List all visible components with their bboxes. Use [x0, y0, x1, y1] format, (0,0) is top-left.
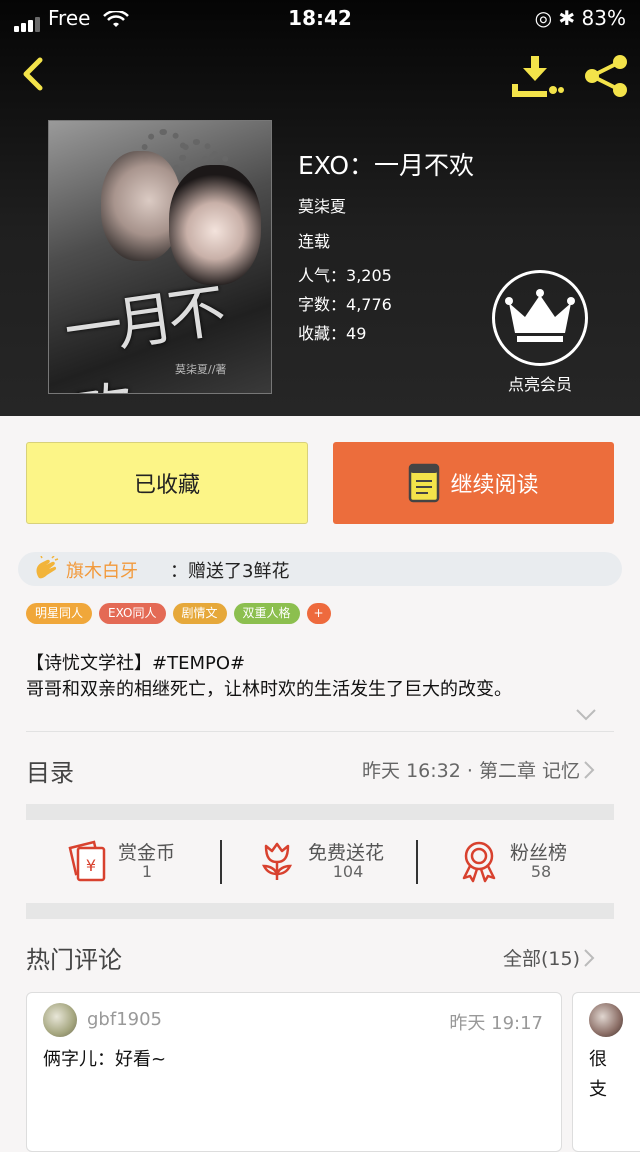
cover-author-art: 莫柒夏//著	[175, 363, 227, 376]
gift-sender[interactable]: 旗木白牙	[66, 557, 138, 583]
reward-coins-button[interactable]: ¥ 赏金币 1	[64, 838, 260, 890]
bluetooth-icon: ✱	[558, 6, 576, 30]
reward-label: 赏金币	[118, 842, 176, 864]
free-flowers-button[interactable]: 免费送花 104	[254, 838, 450, 890]
fans-label: 粉丝榜	[510, 842, 568, 864]
cover-figure	[101, 151, 181, 261]
tag-star-fanfic[interactable]: 明星同人	[26, 603, 93, 624]
section-separator	[26, 804, 614, 820]
favorited-button[interactable]: 已收藏	[26, 442, 308, 524]
continue-reading-button[interactable]: 继续阅读	[333, 442, 614, 524]
red-envelope-icon: ¥	[68, 840, 106, 882]
toc-latest-chapter[interactable]: 昨天 16:32 · 第二章 记忆	[362, 756, 580, 783]
chevron-right-icon[interactable]	[583, 948, 595, 968]
medal-icon	[462, 841, 496, 883]
book-word-count: 字数：4,776	[298, 295, 392, 314]
comment-time: 昨天 19:17	[449, 1013, 543, 1034]
clap-icon	[36, 556, 59, 579]
gift-action: ：赠送了3鲜花	[170, 561, 290, 582]
flowers-label: 免费送花	[308, 842, 385, 864]
status-bar: Free 18:42 ◎ ✱ 83%	[0, 0, 640, 36]
svg-text:¥: ¥	[86, 856, 96, 875]
vip-label[interactable]: 点亮会员	[492, 371, 588, 395]
book-intro: 【诗忧文学社】#TEMPO# 哥哥和双亲的相继死亡，让林时欢的生活发生了巨大的改…	[26, 651, 616, 703]
avatar[interactable]	[589, 1003, 623, 1037]
fans-count: 58	[530, 862, 552, 881]
back-button[interactable]	[16, 54, 56, 94]
tag-plot[interactable]: 剧情文	[172, 603, 227, 624]
divider	[416, 840, 418, 884]
fan-ranking-button[interactable]: 粉丝榜 58	[456, 838, 640, 890]
comment-card[interactable]: 很 支	[572, 992, 640, 1152]
book-cover[interactable]: 一月不欢 莫柒夏//著	[48, 120, 272, 394]
gift-notice[interactable]: 旗木白牙 ：赠送了3鲜花	[18, 552, 622, 586]
crown-icon	[505, 289, 575, 342]
tag-list: 明星同人 EXO同人 剧情文 双重人格 +	[26, 603, 338, 625]
all-comments-link[interactable]: 全部(15)	[503, 944, 580, 971]
book-popularity: 人气：3,205	[298, 266, 392, 285]
intro-line: 哥哥和双亲的相继死亡，让林时欢的生活发生了巨大的改变。	[26, 679, 512, 700]
vip-button[interactable]	[492, 270, 588, 366]
comment-text: 俩字儿：好看~	[43, 1049, 167, 1070]
lock-rotation-icon: ◎	[534, 6, 553, 30]
toc-label[interactable]: 目录	[26, 753, 74, 788]
cover-title-art: 一月不欢	[60, 277, 225, 393]
chevron-right-icon[interactable]	[583, 760, 595, 780]
flower-icon	[261, 842, 293, 880]
book-icon	[409, 463, 440, 503]
battery-indicator: ◎ ✱ 83%	[534, 6, 626, 30]
book-favorites: 收藏：49	[298, 324, 367, 343]
comment-username[interactable]: gbf1905	[87, 1009, 162, 1030]
book-author[interactable]: 莫柒夏	[298, 193, 346, 217]
flowers-count: 104	[332, 862, 364, 881]
comment-card[interactable]: gbf1905 昨天 19:17 俩字儿：好看~	[26, 992, 562, 1152]
tag-exo-fanfic[interactable]: EXO同人	[99, 603, 166, 624]
divider	[26, 731, 614, 732]
comment-text: 很	[589, 1049, 607, 1070]
reward-count: 1	[141, 862, 153, 881]
share-button[interactable]	[582, 52, 630, 100]
add-tag-button[interactable]: +	[306, 603, 331, 624]
book-header: Free 18:42 ◎ ✱ 83% 一月不欢 莫柒夏//著 EXO：一月不欢 …	[0, 0, 640, 416]
avatar[interactable]	[43, 1003, 77, 1037]
section-separator	[26, 903, 614, 919]
comment-text: 支	[589, 1079, 607, 1100]
divider	[220, 840, 222, 884]
download-button[interactable]	[512, 54, 564, 98]
book-status: 连载	[298, 232, 331, 251]
hot-comments-label: 热门评论	[26, 946, 122, 974]
chevron-down-icon[interactable]	[575, 707, 597, 723]
book-title: EXO：一月不欢	[298, 151, 475, 180]
intro-line: 【诗忧文学社】#TEMPO#	[26, 653, 246, 674]
tag-dual-personality[interactable]: 双重人格	[233, 603, 300, 624]
